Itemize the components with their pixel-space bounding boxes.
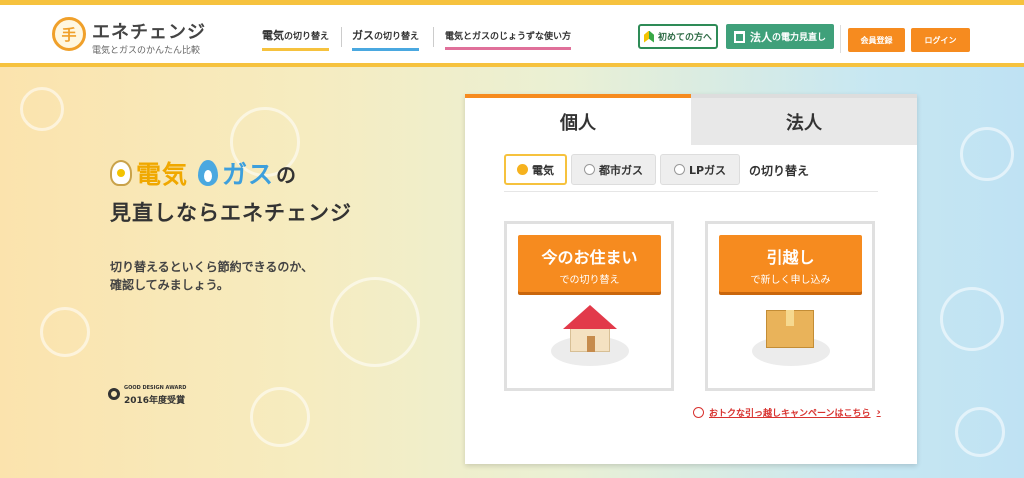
logo-subtitle: 電気とガスのかんたん比較 — [92, 46, 201, 56]
hero-lead-line-2: 確認してみましょう。 — [110, 278, 229, 292]
simulation-panel: 個人 法人 電気 都市ガス LPガス の切り替え 今のお住まい での切り替え 引… — [465, 94, 917, 464]
login-button[interactable]: ログイン — [911, 28, 970, 52]
option-electricity[interactable]: 電気 — [504, 154, 567, 185]
award-year: 2016年度受賞 — [124, 396, 186, 406]
house-door-icon — [587, 336, 595, 352]
option-electricity-label: 電気 — [532, 163, 554, 177]
corporate-sub-label: の電力見直し — [771, 33, 826, 43]
good-design-award-icon — [108, 388, 120, 400]
current-home-button[interactable]: 今のお住まい での切り替え — [518, 235, 661, 292]
house-roof-icon — [563, 305, 617, 329]
light-bulb-icon — [110, 160, 132, 186]
moving-main-label: 引越し — [766, 248, 815, 267]
gas-flame-icon — [198, 160, 219, 186]
decorative-pattern — [40, 307, 90, 357]
decorative-pattern — [250, 387, 310, 447]
nav-gas-switch[interactable]: ガスの切り替え — [352, 27, 420, 51]
building-icon — [733, 30, 745, 43]
nav-divider — [341, 27, 342, 47]
nav-usage-tips[interactable]: 電気とガスのじょうずな使い方 — [445, 27, 572, 50]
beginner-guide-button[interactable]: 初めての方へ — [638, 24, 718, 49]
decorative-pattern — [955, 407, 1005, 457]
switch-label: の切り替え — [749, 164, 810, 178]
beginner-mark-icon — [643, 30, 654, 43]
headline-electricity: 電気 — [136, 160, 189, 189]
current-home-sub-label: での切り替え — [559, 275, 620, 286]
panel-divider — [504, 191, 878, 192]
chevron-right-icon: › — [876, 407, 881, 418]
logo-title[interactable]: エネチェンジ — [92, 18, 206, 44]
headline-particle: の — [276, 162, 297, 187]
nav-gas-main: ガス — [352, 29, 374, 42]
decorative-pattern — [20, 87, 64, 131]
beginner-guide-label: 初めての方へ — [657, 33, 712, 43]
hero-lead-line-1: 切り替えるといくら節約できるのか、 — [110, 260, 314, 274]
current-home-card[interactable]: 今のお住まい での切り替え — [504, 221, 674, 391]
moving-button[interactable]: 引越し で新しく申し込み — [719, 235, 862, 292]
nav-usage-main: 電気とガスのじょうずな使い方 — [445, 32, 572, 42]
box-tape-icon — [786, 310, 794, 326]
moving-card[interactable]: 引越し で新しく申し込み — [705, 221, 875, 391]
hero-section: 電気 ガス の 見直しならエネチェンジ 切り替えるといくら節約できるのか、 確認… — [0, 67, 1024, 478]
corporate-power-button[interactable]: 法人 の電力見直し — [726, 24, 834, 49]
moving-campaign-link[interactable]: おトクな引っ越しキャンペーンはこちら › — [693, 406, 881, 419]
option-city-gas-label: 都市ガス — [599, 163, 643, 177]
nav-electricity-sub: の切り替え — [284, 32, 330, 42]
tab-personal[interactable]: 個人 — [465, 94, 691, 145]
decorative-pattern — [330, 277, 420, 367]
radio-icon — [673, 164, 685, 175]
option-lp-gas-label: LPガス — [688, 163, 727, 177]
award-name: GOOD DESIGN AWARD — [124, 385, 187, 391]
hero-subheadline: 見直しならエネチェンジ — [110, 201, 352, 225]
option-lp-gas[interactable]: LPガス — [660, 154, 740, 185]
decorative-pattern — [960, 127, 1014, 181]
nav-gas-sub: の切り替え — [374, 32, 420, 42]
campaign-icon — [693, 407, 704, 418]
nav-divider — [433, 27, 434, 47]
radio-selected-icon — [517, 164, 528, 175]
decorative-pattern — [940, 287, 1004, 351]
moving-sub-label: で新しく申し込み — [750, 275, 831, 286]
hero-headline: 電気 ガス の — [110, 155, 296, 191]
headline-gas: ガス — [222, 160, 275, 189]
corporate-main-label: 法人 — [749, 30, 772, 44]
nav-electricity-main: 電気 — [262, 29, 284, 42]
option-city-gas[interactable]: 都市ガス — [571, 154, 656, 185]
logo-icon[interactable]: 手 — [52, 17, 86, 51]
current-home-main-label: 今のお住まい — [541, 248, 638, 267]
header-divider — [840, 25, 841, 53]
tab-corporate[interactable]: 法人 — [691, 94, 917, 145]
campaign-link-label: おトクな引っ越しキャンペーンはこちら — [709, 409, 871, 419]
nav-electricity-switch[interactable]: 電気の切り替え — [262, 27, 330, 51]
radio-icon — [584, 164, 595, 175]
member-register-button[interactable]: 会員登録 — [848, 28, 905, 52]
site-header: 手 エネチェンジ 電気とガスのかんたん比較 電気の切り替え ガスの切り替え 電気… — [0, 5, 1024, 63]
logo-glyph: 手 — [61, 25, 77, 44]
